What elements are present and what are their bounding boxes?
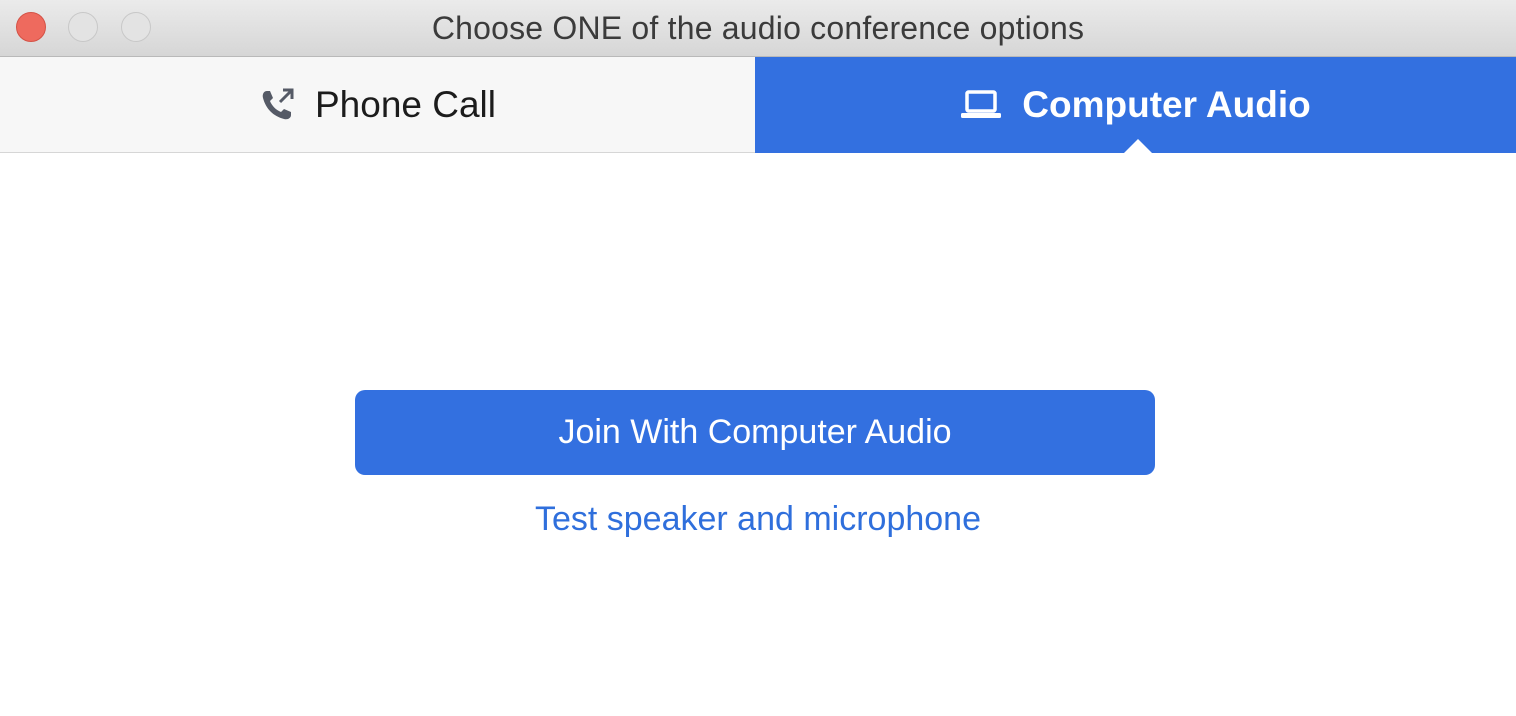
window-title: Choose ONE of the audio conference optio… (431, 10, 1085, 46)
selected-tab-pointer (1123, 139, 1153, 154)
audio-option-tabs: Phone Call Computer Audio (0, 57, 1516, 154)
phone-icon (259, 87, 295, 123)
audio-options-window: Choose ONE of the audio conference optio… (0, 0, 1516, 716)
tab-computer-audio-label: Computer Audio (1022, 84, 1311, 125)
test-speaker-microphone-link[interactable]: Test speaker and microphone (0, 500, 1516, 539)
tab-phone-call-label: Phone Call (314, 83, 496, 125)
join-computer-audio-button[interactable]: Join With Computer Audio (355, 390, 1155, 475)
title-bar[interactable]: Choose ONE of the audio conference optio… (0, 0, 1516, 57)
tab-phone-call[interactable]: Phone Call (0, 57, 755, 153)
laptop-icon (960, 89, 1002, 121)
